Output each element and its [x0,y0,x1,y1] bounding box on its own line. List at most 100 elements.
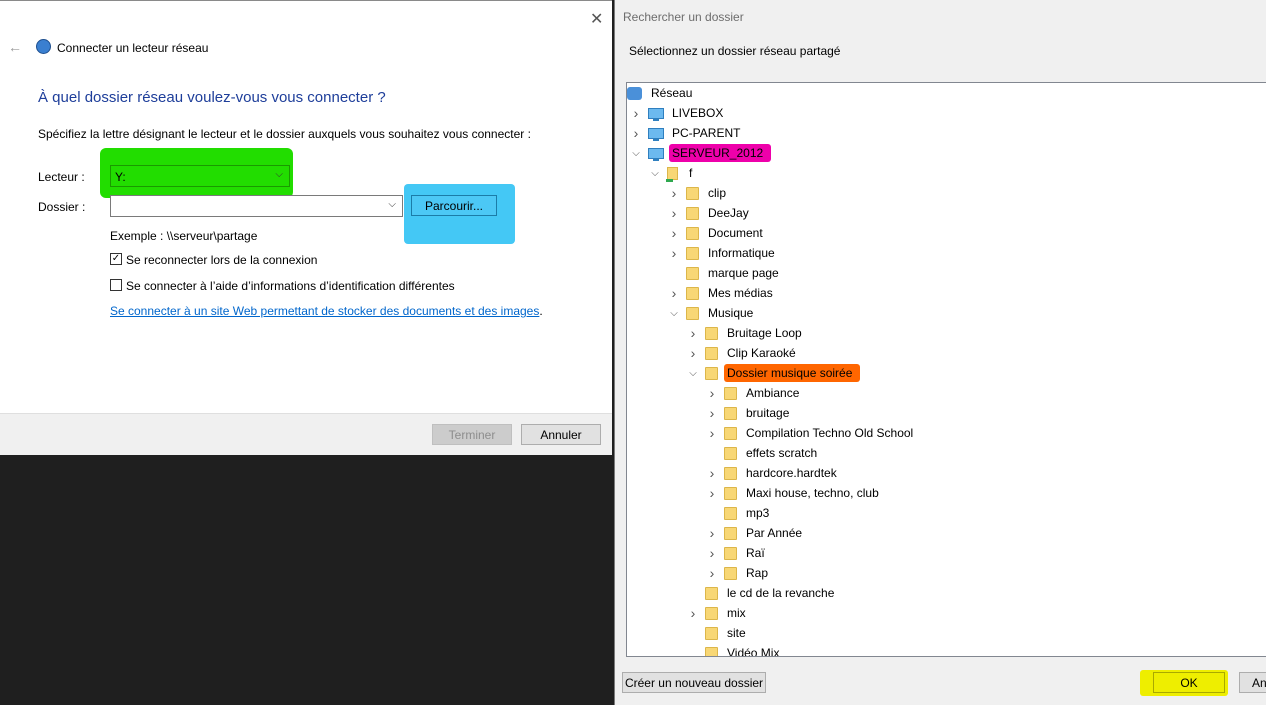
browse-button-label: Parcourir... [424,198,484,213]
credentials-checkbox[interactable] [110,279,122,291]
tree-item[interactable]: › Clip Karaoké [686,343,799,363]
page-heading: À quel dossier réseau voulez-vous vous c… [38,89,386,106]
chevron-down-icon[interactable]: ⌵ [648,168,662,179]
new-folder-button[interactable]: Créer un nouveau dossier [622,672,766,693]
tree-item-label: mix [727,606,746,620]
tree-item[interactable]: › DeeJay [667,203,752,223]
tree-item[interactable]: › mix [686,603,749,623]
ok-button[interactable]: OK [1153,672,1225,693]
tree-item-label: mp3 [746,506,770,520]
cancel-button[interactable]: Annuler [521,424,601,445]
chevron-down-icon[interactable]: ⌵ [686,368,700,379]
tree-item-label: Ambiance [746,386,800,400]
chevron-down-icon[interactable]: ⌵ [667,308,681,319]
chevron-right-icon[interactable]: › [629,105,643,121]
folder-icon [686,306,699,320]
chevron-down-icon[interactable]: ⌵ [629,148,643,159]
finish-button-label: Terminer [448,427,496,442]
tree-item-label: le cd de la revanche [727,586,835,600]
share-icon [666,166,678,182]
tree-item[interactable]: marque page [667,263,782,283]
new-folder-button-label: Créer un nouveau dossier [624,675,764,690]
tree-item-label: Dossier musique soirée [724,364,861,382]
chevron-right-icon[interactable]: › [686,325,700,341]
reconnect-label[interactable]: Se reconnecter lors de la connexion [126,253,317,267]
web-link-line: Se connecter à un site Web permettant de… [110,304,543,318]
chevron-right-icon[interactable]: › [667,185,681,201]
tree-item[interactable]: site [686,623,749,643]
tree-item[interactable]: ⌵ SERVEUR_2012 [629,143,772,163]
chevron-right-icon[interactable]: › [667,245,681,261]
chevron-right-icon[interactable]: › [667,225,681,241]
tree-item[interactable]: Vidéo Mix [686,643,782,657]
folder-icon [724,546,737,560]
tree-item-label: PC-PARENT [672,126,741,140]
chevron-right-icon[interactable]: › [629,125,643,141]
tree-item[interactable]: › Bruitage Loop [686,323,805,343]
chevron-right-icon[interactable]: › [667,205,681,221]
tree-item-label: Vidéo Mix [727,646,780,657]
tree-item-label: Informatique [708,246,775,260]
folder-tree[interactable]: Réseau › LIVEBOX › PC-PARENT ⌵ SERVEUR_2012 ⌵ f ›… [626,82,1266,657]
chevron-right-icon[interactable]: › [705,465,719,481]
finish-button[interactable]: Terminer [432,424,512,445]
chevron-right-icon[interactable]: › [705,545,719,561]
example-text: Exemple : \\serveur\partage [110,229,258,243]
browse-button[interactable]: Parcourir... [411,195,497,216]
tree-item-label: bruitage [746,406,790,420]
tree-item[interactable]: › PC-PARENT [629,123,743,143]
chevron-right-icon[interactable]: › [686,345,700,361]
tree-item[interactable]: › Rap [705,563,771,583]
tree-item[interactable]: › Maxi house, techno, club [705,483,882,503]
tree-item[interactable]: mp3 [705,503,772,523]
tree-item[interactable]: › Mes médias [667,283,776,303]
folder-icon [686,206,699,220]
tree-item[interactable]: › Raï [705,543,768,563]
tree-item[interactable]: ⌵ Musique [667,303,756,323]
chevron-right-icon[interactable]: › [705,405,719,421]
tree-item-label: Compilation Techno Old School [746,426,914,440]
tree-item-label: Bruitage Loop [727,326,802,340]
drive-select[interactable]: Y: ⌵ [110,165,290,187]
tree-item[interactable]: › clip [667,183,729,203]
chevron-right-icon[interactable]: › [705,425,719,441]
tree-item[interactable]: ⌵ f [648,163,695,183]
close-icon[interactable]: ✕ [590,9,603,29]
tree-item-label: SERVEUR_2012 [669,144,772,162]
chevron-right-icon[interactable]: › [686,605,700,621]
tree-item[interactable]: › Ambiance [705,383,802,403]
tree-item[interactable]: effets scratch [705,443,820,463]
ok-button-label: OK [1180,675,1198,690]
chevron-right-icon[interactable]: › [667,285,681,301]
folder-icon [686,286,699,300]
chevron-right-icon[interactable]: › [705,385,719,401]
back-arrow-icon[interactable]: ← [8,39,22,55]
web-storage-link[interactable]: Se connecter à un site Web permettant de… [110,304,539,318]
tree-item[interactable]: › bruitage [705,403,792,423]
chevron-right-icon[interactable]: › [705,485,719,501]
tree-item[interactable]: le cd de la revanche [686,583,837,603]
tree-item[interactable]: ⌵ Dossier musique soirée [686,363,861,383]
chevron-right-icon[interactable]: › [705,565,719,581]
tree-item[interactable]: › LIVEBOX [629,103,726,123]
folder-icon [705,626,718,640]
folder-icon [686,186,699,200]
tree-item-label: effets scratch [746,446,818,460]
network-drive-icon [36,39,51,54]
folder-combobox[interactable]: ⌵ [110,195,403,217]
tree-item[interactable]: › Document [667,223,766,243]
tree-item[interactable]: Réseau [627,83,695,103]
browse-cancel-button[interactable]: Ann [1239,672,1266,693]
folder-icon [705,606,718,620]
link-suffix: . [539,304,543,318]
tree-item[interactable]: › Compilation Techno Old School [705,423,916,443]
browse-cancel-button-label: Ann [1252,675,1266,690]
chevron-right-icon[interactable]: › [705,525,719,541]
reconnect-checkbox[interactable]: ✓ [110,253,122,265]
tree-item-label: Maxi house, techno, club [746,486,879,500]
browse-instruction: Sélectionnez un dossier réseau partagé [629,44,841,58]
tree-item[interactable]: › hardcore.hardtek [705,463,840,483]
tree-item[interactable]: › Informatique [667,243,778,263]
tree-item[interactable]: › Par Année [705,523,805,543]
credentials-label[interactable]: Se connecter à l’aide d’informations d’i… [126,279,455,293]
